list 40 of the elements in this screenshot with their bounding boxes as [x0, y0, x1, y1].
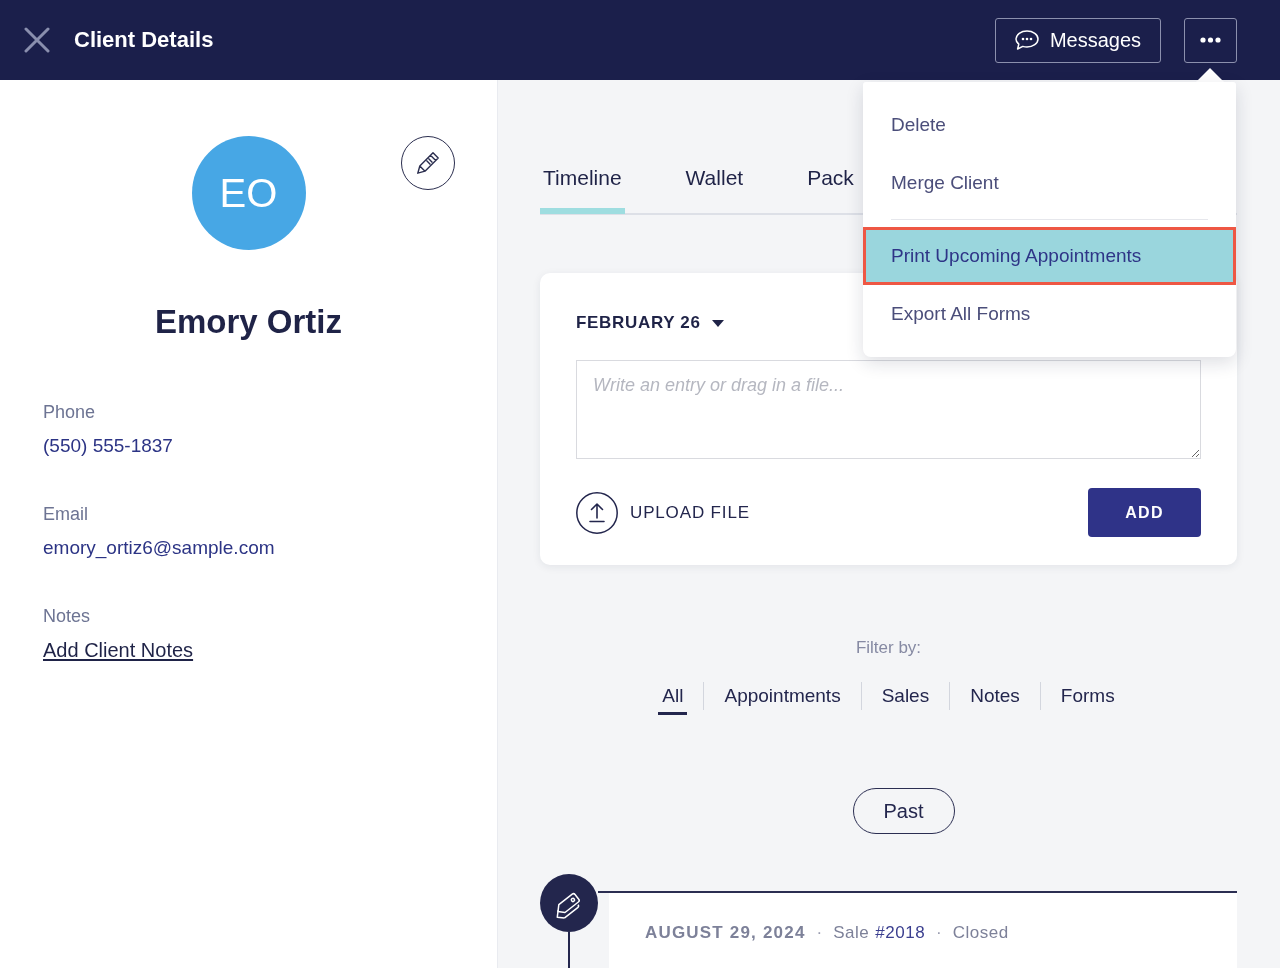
- filter-label: Filter by:: [855, 637, 922, 659]
- field-link[interactable]: Add Client Notes: [43, 638, 194, 662]
- entry-type: Sale: [833, 922, 870, 944]
- filter-option[interactable]: Appointments: [720, 682, 845, 715]
- more-dots-icon: [1200, 37, 1221, 43]
- menu-item[interactable]: Merge Client: [863, 154, 1236, 212]
- entry-date: AUGUST 29, 2024: [645, 922, 806, 944]
- tab[interactable]: Pack: [804, 164, 857, 214]
- field-value: (550) 555-1837: [43, 434, 173, 458]
- menu-item[interactable]: Delete: [863, 96, 1236, 154]
- close-icon[interactable]: [24, 27, 50, 53]
- chat-bubble-icon: [1014, 30, 1039, 50]
- entry-status: Closed: [952, 922, 1009, 944]
- menu-item[interactable]: Export All Forms: [863, 285, 1236, 343]
- separator-dot: ·: [816, 922, 823, 944]
- separator-dot: ·: [936, 922, 942, 944]
- filter-option[interactable]: Sales: [877, 682, 934, 715]
- filter-option[interactable]: All: [658, 682, 688, 715]
- add-button[interactable]: ADD: [1088, 488, 1201, 537]
- pencil-icon: [416, 151, 440, 175]
- caret-down-icon: [711, 319, 724, 327]
- upload-icon: [576, 491, 618, 534]
- date-dropdown[interactable]: FEBRUARY 26: [576, 311, 724, 335]
- upload-file-button[interactable]: UPLOAD FILE: [576, 491, 750, 534]
- client-name: Emory Ortiz: [154, 302, 342, 342]
- field-value: emory_ortiz6@sample.com: [43, 536, 275, 560]
- tab[interactable]: Wallet: [682, 164, 747, 214]
- field-label: Email: [43, 503, 88, 526]
- field-label: Phone: [43, 401, 96, 424]
- avatar: EO: [191, 136, 306, 250]
- tab[interactable]: Timeline: [540, 164, 625, 214]
- field-label: Notes: [43, 605, 91, 628]
- filter-option[interactable]: Forms: [1056, 682, 1119, 715]
- sale-number-link[interactable]: #2018: [875, 921, 926, 945]
- entry-field[interactable]: Write an entry or drag in a file...: [576, 360, 1201, 459]
- menu-item[interactable]: Print Upcoming Appointments: [863, 227, 1236, 285]
- messages-button[interactable]: Messages: [995, 17, 1161, 63]
- page-title: Client Details: [74, 26, 214, 54]
- filter-option[interactable]: Notes: [966, 682, 1024, 715]
- more-options-button[interactable]: [1184, 17, 1237, 63]
